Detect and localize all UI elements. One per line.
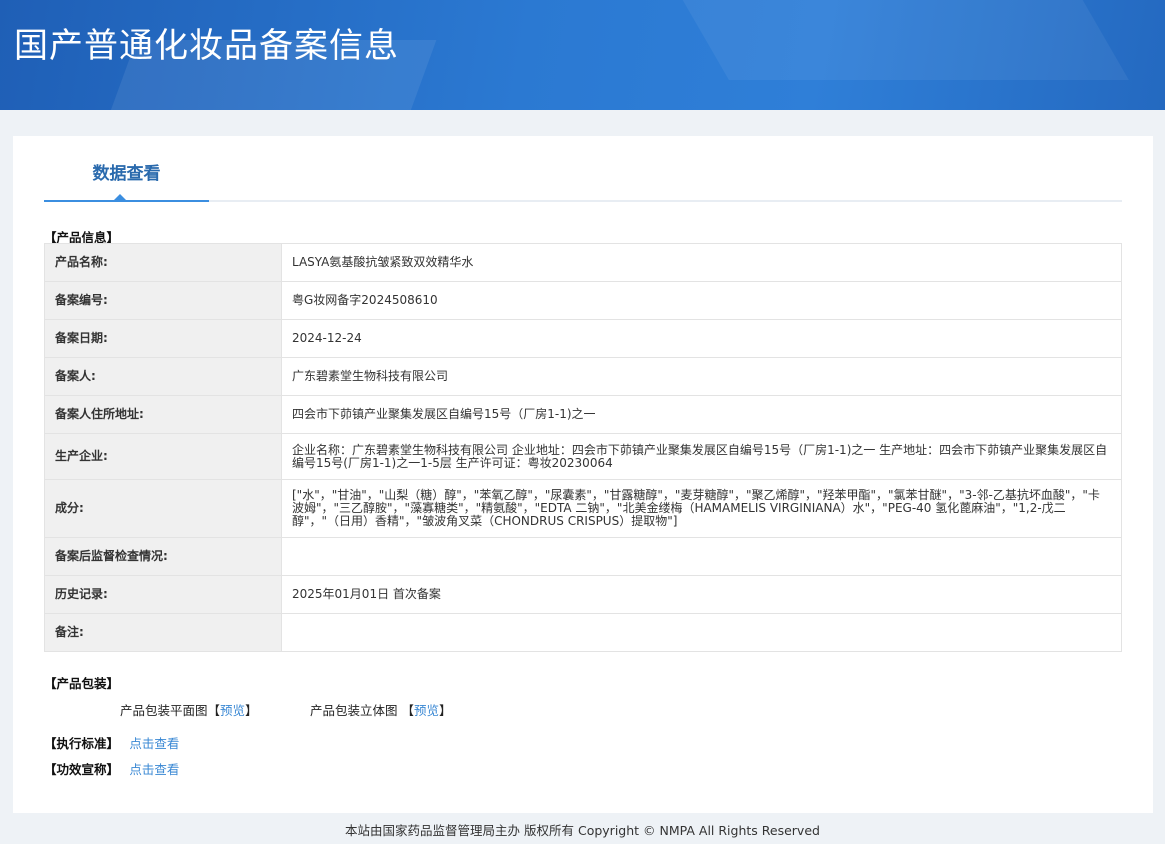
table-row: 备案编号: 粤G妆网备字2024508610 (44, 281, 1122, 320)
row-label: 备案日期: (44, 319, 282, 358)
efficacy-view-link[interactable]: 点击查看 (129, 762, 179, 777)
bracket: 】 (245, 703, 258, 718)
bracket: 【 (207, 703, 221, 718)
tab-data-view[interactable]: 数据查看 (44, 136, 209, 202)
row-value: 广东碧素堂生物科技有限公司 (281, 357, 1122, 396)
row-value: 粤G妆网备字2024508610 (281, 281, 1122, 320)
table-row: 备注: (44, 613, 1122, 652)
row-label: 备案编号: (44, 281, 282, 320)
row-value: 2024-12-24 (281, 319, 1122, 358)
header-decoration (671, 0, 1129, 80)
row-label: 产品名称: (44, 243, 282, 282)
page-title: 国产普通化妆品备案信息 (14, 26, 399, 66)
bracket: 】 (439, 703, 452, 718)
content-panel: 数据查看 【产品信息】 产品名称: LASYA氨基酸抗皱紧致双效精华水 备案编号: 粤… (13, 136, 1153, 813)
tab-bar: 数据查看 (44, 136, 1122, 202)
table-row: 备案人: 广东碧素堂生物科技有限公司 (44, 357, 1122, 396)
product-info-table: 产品名称: LASYA氨基酸抗皱紧致双效精华水 备案编号: 粤G妆网备字2024508… (44, 243, 1122, 652)
row-value (281, 613, 1122, 652)
row-label: 备案人住所地址: (44, 395, 282, 434)
row-value: LASYA氨基酸抗皱紧致双效精华水 (281, 243, 1122, 282)
row-value: ["水"，"甘油"，"山梨（糖）醇"，"苯氧乙醇"，"尿囊素"，"甘露糖醇"，"… (281, 479, 1122, 538)
bracket: 【 (401, 703, 415, 718)
row-label: 备案后监督检查情况: (44, 537, 282, 576)
preview-flat-link[interactable]: 预览 (220, 703, 245, 718)
footer: 本站由国家药品监督管理局主办 版权所有 Copyright © NMPA All… (345, 823, 820, 838)
section-standard: 【执行标准】 点击查看 (44, 733, 179, 752)
row-label: 备案人: (44, 357, 282, 396)
row-label: 生产企业: (44, 433, 282, 480)
preview-solid-link[interactable]: 预览 (414, 703, 439, 718)
row-label: 成分: (44, 479, 282, 538)
row-value: 企业名称：广东碧素堂生物科技有限公司 企业地址：四会市下茆镇产业聚集发展区自编号… (281, 433, 1122, 480)
section-efficacy: 【功效宣称】 点击查看 (44, 759, 179, 778)
section-packaging: 【产品包装】 (44, 676, 120, 691)
table-row: 成分: ["水"，"甘油"，"山梨（糖）醇"，"苯氧乙醇"，"尿囊素"，"甘露糖醇… (44, 479, 1122, 538)
table-row: 产品名称: LASYA氨基酸抗皱紧致双效精华水 (44, 243, 1122, 282)
caret-up-icon (114, 194, 126, 200)
table-row: 备案后监督检查情况: (44, 537, 1122, 576)
standard-view-link[interactable]: 点击查看 (129, 736, 179, 751)
table-row: 历史记录: 2025年01月01日 首次备案 (44, 575, 1122, 614)
packaging-flat: 产品包装平面图【预览】 (120, 700, 258, 719)
row-value (281, 537, 1122, 576)
efficacy-label: 【功效宣称】 (44, 762, 120, 777)
packaging-flat-label: 产品包装平面图 (120, 703, 208, 718)
table-row: 备案日期: 2024-12-24 (44, 319, 1122, 358)
row-label: 历史记录: (44, 575, 282, 614)
table-row: 生产企业: 企业名称：广东碧素堂生物科技有限公司 企业地址：四会市下茆镇产业聚集发… (44, 433, 1122, 480)
tab-label: 数据查看 (92, 164, 161, 184)
packaging-solid-label: 产品包装立体图 (310, 703, 398, 718)
row-label: 备注: (44, 613, 282, 652)
row-value: 2025年01月01日 首次备案 (281, 575, 1122, 614)
row-value: 四会市下茆镇产业聚集发展区自编号15号（厂房1-1)之一 (281, 395, 1122, 434)
table-row: 备案人住所地址: 四会市下茆镇产业聚集发展区自编号15号（厂房1-1)之一 (44, 395, 1122, 434)
packaging-solid: 产品包装立体图 【预览】 (310, 700, 452, 719)
standard-label: 【执行标准】 (44, 736, 120, 751)
page-header: 国产普通化妆品备案信息 (0, 0, 1165, 110)
